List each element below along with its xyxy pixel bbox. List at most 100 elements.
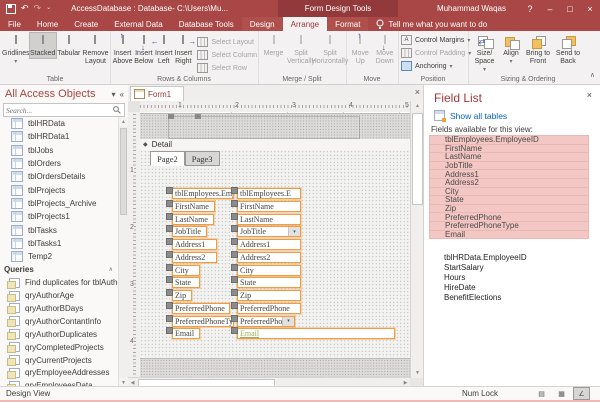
maximize-icon[interactable]: □ [560, 0, 580, 17]
nav-query-item[interactable]: qryEmployeeAddresses [0, 367, 119, 380]
move-up-button[interactable]: ↑ Move Up [348, 32, 373, 66]
insert-left-button[interactable]: ← Insert Left [151, 33, 173, 66]
select-row-button[interactable]: Select Row [197, 62, 257, 74]
undo-icon[interactable]: ↶ [21, 4, 29, 13]
gridlines-button[interactable]: Gridlines ▾ [2, 33, 30, 66]
form-view-button[interactable]: ▤ [533, 387, 550, 400]
control-margins-button[interactable]: A Control Margins ▾ [401, 34, 470, 46]
merge-button[interactable]: Merge [260, 33, 287, 58]
form-textbox-control[interactable]: tblEmployees.E [231, 187, 301, 199]
nav-table-item[interactable]: tblTasks1 [0, 237, 119, 250]
form-label-control[interactable]: JobTitle [166, 225, 207, 238]
split-horizontally-button[interactable]: Split Horizontally [312, 33, 348, 66]
select-column-button[interactable]: Select Column [197, 49, 257, 61]
form-label-control[interactable]: State [166, 276, 200, 289]
nav-scrollbar[interactable]: ▲ ▼ [118, 117, 128, 387]
nav-table-item[interactable]: Temp2 [0, 250, 119, 263]
nav-query-item[interactable]: qryCurrentProjects [0, 354, 119, 367]
form-textbox-control[interactable]: PreferredPhone [231, 301, 301, 314]
form-label-control[interactable]: Zip [166, 289, 192, 301]
combo-dropdown-icon[interactable]: ▾ [282, 316, 294, 326]
account-name[interactable]: Muhammad Waqas [437, 4, 506, 13]
nav-table-item[interactable]: tblProjects [0, 183, 119, 196]
form-textbox-control[interactable]: Zip [231, 289, 301, 301]
nav-query-item[interactable]: Find duplicates for tblAuthors [0, 276, 119, 289]
nav-query-item[interactable]: qryCompletedProjects [0, 341, 119, 354]
form-textbox-control[interactable]: State [231, 276, 301, 289]
nav-table-item[interactable]: tblHRData [0, 117, 119, 130]
collapse-ribbon-icon[interactable]: ∧ [590, 71, 595, 79]
search-input[interactable] [4, 105, 113, 115]
group-collapse-icon[interactable]: ∧ [109, 266, 113, 273]
redo-icon[interactable]: ↷ [34, 4, 42, 13]
form-textbox-control[interactable]: Address1 [231, 238, 301, 250]
document-tab-form1[interactable]: Form1 [130, 86, 184, 101]
close-icon[interactable]: × [580, 0, 600, 17]
nav-menu-caret-icon[interactable]: ▾ [112, 90, 116, 99]
page-tab[interactable]: Page2 [150, 151, 185, 166]
tabular-button[interactable]: Tabular [56, 33, 82, 58]
send-to-back-button[interactable]: Send to Back [553, 33, 583, 66]
field-list-item[interactable]: BenefitElections [429, 292, 589, 302]
tab-file[interactable]: File [0, 17, 29, 31]
customize-qat-icon[interactable]: ⌄ [46, 4, 51, 13]
form-textbox-control[interactable]: LastName [231, 212, 301, 225]
design-view-button[interactable]: ∠ [573, 387, 590, 400]
save-icon[interactable] [6, 3, 16, 14]
align-button[interactable]: Align ▾ [499, 33, 523, 66]
move-down-button[interactable]: ↓ Move Down [373, 33, 398, 66]
nav-table-item[interactable]: tblOrdersDetails [0, 170, 119, 183]
field-list-item[interactable]: Hours [429, 272, 589, 282]
form-textbox-control[interactable]: JobTitle ▾ [231, 225, 301, 238]
nav-query-item[interactable]: qryAuthorBDays [0, 302, 119, 315]
detail-section-grid[interactable]: Page2 Page3 tblEmployees.Emp tblEmployees… [140, 150, 410, 358]
nav-search-box[interactable] [3, 103, 125, 117]
size-space-button[interactable]: ⇄ Size/ Space ▾ [470, 33, 499, 74]
form-header-grid[interactable] [140, 113, 410, 141]
minimize-icon[interactable]: – [540, 0, 560, 17]
form-label-control[interactable]: Address2 [166, 250, 217, 263]
help-icon[interactable]: ? [520, 0, 540, 17]
form-label-control[interactable]: FirstName [166, 199, 215, 212]
form-label-control[interactable]: PreferredPhoneTyp [166, 314, 234, 327]
field-list-item[interactable]: StartSalary [429, 262, 589, 272]
nav-group-queries[interactable]: Queries ∧ [0, 263, 119, 276]
form-textbox-control[interactable]: Email [231, 327, 395, 340]
nav-table-item[interactable]: tblOrders [0, 157, 119, 170]
remove-layout-button[interactable]: Remove Layout [82, 33, 109, 66]
nav-query-item[interactable]: qryAuthorDuplicates [0, 328, 119, 341]
layout-view-button[interactable]: ▦ [553, 387, 570, 400]
form-label-control[interactable]: tblEmployees.Emp [166, 187, 234, 199]
field-list-item[interactable]: tblHRData.EmployeeID [429, 252, 589, 262]
shutter-bar-close-icon[interactable]: « [120, 90, 124, 99]
document-vertical-scrollbar[interactable]: ▲ ▼ [410, 101, 424, 378]
form-label-control[interactable]: Address1 [166, 238, 217, 250]
field-list-item[interactable]: Email [429, 229, 589, 240]
combo-dropdown-icon[interactable]: ▾ [288, 227, 300, 237]
tab-create[interactable]: Create [66, 17, 106, 31]
tab-design[interactable]: Design [241, 17, 283, 31]
nav-pane-header[interactable]: All Access Objects ▾ « [0, 85, 128, 102]
nav-table-item[interactable]: tblProjects_Archive [0, 197, 119, 210]
tab-home[interactable]: Home [29, 17, 66, 31]
form-footer-grid[interactable] [140, 358, 410, 378]
form-label-control[interactable]: Email [166, 327, 200, 340]
nav-query-item[interactable]: qryAuthorAge [0, 289, 119, 302]
bring-to-front-button[interactable]: Bring to Front [523, 33, 553, 66]
insert-above-button[interactable]: ↑ Insert Above [112, 32, 133, 66]
form-label-control[interactable]: City [166, 263, 200, 276]
page-tab[interactable]: Page3 [184, 151, 220, 166]
scroll-up-icon[interactable]: ▲ [119, 117, 128, 126]
nav-query-item[interactable]: qryAuthorContantInfo [0, 315, 119, 328]
field-list-item[interactable]: HireDate [429, 282, 589, 292]
form-textbox-control[interactable]: City [231, 263, 301, 276]
form-label-control[interactable]: PreferredPhone [166, 301, 230, 314]
tab-arrange[interactable]: Arrange [282, 17, 328, 31]
form-textbox-control[interactable]: Address2 [231, 250, 301, 263]
nav-table-item[interactable]: tblHRData1 [0, 130, 119, 143]
v-scrollbar-thumb[interactable] [412, 113, 423, 205]
tab-database-tools[interactable]: Database Tools [171, 17, 242, 31]
nav-table-item[interactable]: tblJobs [0, 144, 119, 157]
insert-right-button[interactable]: → Insert Right [173, 33, 196, 66]
select-layout-button[interactable]: Select Layout [197, 36, 257, 48]
